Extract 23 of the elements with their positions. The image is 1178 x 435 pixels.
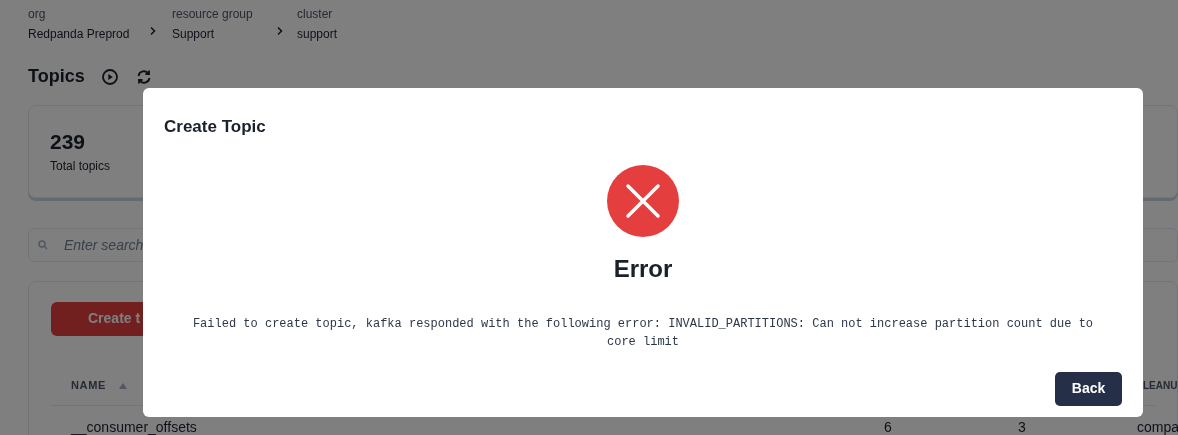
page-title: Topics bbox=[28, 66, 85, 88]
breadcrumb-link[interactable]: support bbox=[297, 25, 338, 43]
error-message: Failed to create topic, kafka responded with the following error: INVALID_PARTITIONS: Can not increase partition count due to core limit bbox=[191, 315, 1095, 351]
back-button[interactable]: Back bbox=[1055, 371, 1122, 406]
breadcrumb-label: org bbox=[28, 7, 46, 22]
play-icon[interactable] bbox=[100, 67, 119, 86]
table-cell: 6 bbox=[884, 418, 892, 435]
chevron-icon bbox=[275, 26, 285, 36]
breadcrumb-label: cluster bbox=[297, 7, 333, 22]
error-icon bbox=[607, 164, 679, 237]
stat-value: 239 bbox=[50, 129, 86, 154]
chevron-icon bbox=[148, 26, 158, 36]
stat-label: Total topics bbox=[50, 158, 111, 176]
breadcrumb-link[interactable]: Support bbox=[172, 25, 215, 43]
breadcrumb-link[interactable]: Redpanda Preprod bbox=[28, 25, 130, 43]
table-cell: __consumer_offsets bbox=[71, 418, 197, 435]
column-header[interactable]: LEANU bbox=[1143, 379, 1178, 391]
table-cell: 3 bbox=[1018, 418, 1026, 435]
error-heading: Error bbox=[613, 253, 673, 284]
column-header[interactable]: NAME bbox=[71, 378, 107, 391]
dialog-title: Create Topic bbox=[164, 116, 267, 138]
search-icon bbox=[38, 239, 48, 250]
breadcrumb-label: resource group bbox=[172, 7, 253, 22]
